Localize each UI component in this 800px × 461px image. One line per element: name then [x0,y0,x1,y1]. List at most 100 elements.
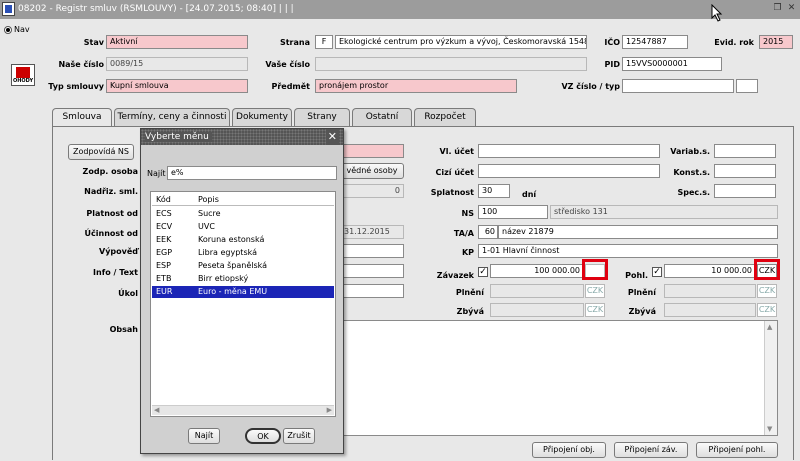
vz-typ-field[interactable] [736,79,758,93]
tab-strany[interactable]: Strany [294,108,350,126]
zavazek-checkbox[interactable]: ✓ [478,267,488,277]
evid-rok-label: Evid. rok [714,38,754,47]
ucinnost-od-field[interactable]: 31.12.2015 [340,225,404,239]
zavazek-field[interactable]: 100 000.00 [490,264,584,278]
tab-smlouva[interactable]: Smlouva [52,108,112,127]
nase-cislo-field[interactable]: 0089/15 [106,57,248,71]
vypoved-label: Výpověď [99,247,138,256]
tab-ostatni[interactable]: Ostatní [352,108,412,126]
konst-field[interactable] [714,164,776,178]
ukol-field[interactable] [340,284,404,298]
tab-dokumenty[interactable]: Dokumenty [232,108,292,126]
app-icon [2,2,15,16]
kp-field[interactable]: 1-01 Hlavní činnost [478,244,778,258]
list-header: Kód Popis [152,194,334,206]
item-popis: Peseta španělská [198,261,268,270]
evid-rok-field[interactable]: 2015 [759,35,793,49]
strana-field[interactable]: Ekologické centrum pro výzkum a vývoj, Č… [335,35,587,49]
item-popis: UVC [198,222,215,231]
zodpovida-ns-field[interactable] [340,144,404,158]
item-kod: ECV [156,222,173,231]
spec-field[interactable] [714,184,776,198]
kp-label: KP [461,248,474,257]
list-item[interactable]: EGP Libra egyptská [152,247,334,259]
pohl-currency-highlight [754,259,780,280]
info-text-field[interactable] [340,264,404,278]
zbyva-field [490,303,584,317]
stav-field[interactable]: Aktivní [106,35,248,49]
taa-code-field[interactable]: 60 [478,225,498,239]
ns-name-field[interactable]: středisko 131 [550,205,778,219]
obsah-scrollbar[interactable]: ▲ ▼ [764,321,777,435]
pripojeni-obj-button[interactable]: Připojení obj. [532,442,606,458]
variab-field[interactable] [714,144,776,158]
pohl-checkbox[interactable]: ✓ [652,267,662,277]
zbyva2-field [664,303,756,317]
najit-input[interactable]: e% [167,166,337,180]
vz-cislo-label: VZ číslo / typ [561,82,620,91]
vl-ucet-field[interactable] [478,144,660,158]
dialog-ok-button[interactable]: OK [245,428,281,444]
obsah-field[interactable] [340,320,778,436]
item-kod: ESP [156,261,171,270]
dialog-close-icon[interactable]: ✕ [325,129,339,145]
list-item[interactable]: ESP Peseta španělská [152,260,334,272]
item-kod: ECS [156,209,172,218]
plneni2-field [664,284,756,298]
strana-code-field[interactable]: F [315,35,333,49]
pripojeni-zav-button[interactable]: Připojení záv. [614,442,688,458]
dialog-zrusit-button[interactable]: Zrušit [283,428,315,444]
vypoved-field[interactable] [340,244,404,258]
nav-radio[interactable] [4,26,12,34]
pripojeni-pohl-button[interactable]: Připojení pohl. [696,442,778,458]
item-kod: EEK [156,235,172,244]
vase-cislo-field[interactable] [315,57,587,71]
platnost-od-label: Platnost od [86,209,138,218]
stav-label: Stav [83,38,104,47]
window-title: 08202 - Registr smluv (RSMLOUVY) - [24.0… [18,4,294,14]
list-item[interactable]: ECS Sucre [152,208,334,220]
taa-name-field[interactable]: název 21879 [498,225,778,239]
pohl-field[interactable]: 10 000.00 [664,264,756,278]
window-titlebar: 08202 - Registr smluv (RSMLOUVY) - [24.0… [0,0,800,19]
vz-cislo-field[interactable] [622,79,734,93]
odpovedne-osoby-button[interactable]: vědné osoby [340,163,404,179]
nav-label: Nav [14,25,30,34]
ns-code-field[interactable]: 100 [478,205,548,219]
typ-smlouvy-field[interactable]: Kupní smlouva [106,79,248,93]
zodpovida-ns-button[interactable]: Zodpovídá NS [68,144,134,160]
zbyva-label: Zbývá [456,307,484,316]
list-item[interactable]: ETB Birr etiopský [152,273,334,285]
list-hscrollbar[interactable]: ◀ ▶ [152,405,334,415]
currency-dialog: Vyberte měnu ✕ Najít e% Kód Popis ECS Suc… [140,128,344,454]
splatnost-field[interactable]: 30 [478,184,510,198]
ico-field[interactable]: 12547887 [622,35,688,49]
cizi-ucet-field[interactable] [478,164,660,178]
ucinnost-od-label: Účinnost od [84,229,138,238]
dialog-titlebar[interactable]: Vyberte měnu ✕ [141,129,343,145]
restore-icon[interactable]: ❐ [772,3,783,14]
splatnost-label: Splatnost [430,188,474,197]
col-kod-header: Kód [156,195,171,204]
typ-smlouvy-label: Typ smlouvy [48,82,104,91]
ukol-label: Úkol [118,289,138,298]
nadriz-sml-field[interactable]: 0 [340,184,404,198]
dialog-najit-button[interactable]: Najít [188,428,220,444]
pid-field[interactable]: 15VVS0000001 [622,57,722,71]
tab-terminy[interactable]: Termíny, ceny a činnosti [114,108,230,126]
tab-rozpocet[interactable]: Rozpočet [414,108,476,126]
nase-cislo-label: Naše číslo [58,60,104,69]
info-text-label: Info / Text [93,268,138,277]
item-kod: ETB [156,274,172,283]
zavazek-label: Závazek [436,271,474,280]
ohody-icon [16,67,30,78]
dialog-title: Vyberte měnu [145,132,212,142]
list-item[interactable]: EEK Koruna estonská [152,234,334,246]
item-kod: EUR [156,287,173,296]
list-item-selected[interactable]: EUR Euro - měna EMU [152,286,334,298]
predmet-label: Předmět [271,82,310,91]
list-item[interactable]: ECV UVC [152,221,334,233]
predmet-field[interactable]: pronájem prostor [315,79,517,93]
close-icon[interactable]: ✕ [786,3,797,14]
ohody-button[interactable]: OHODY [11,64,35,86]
